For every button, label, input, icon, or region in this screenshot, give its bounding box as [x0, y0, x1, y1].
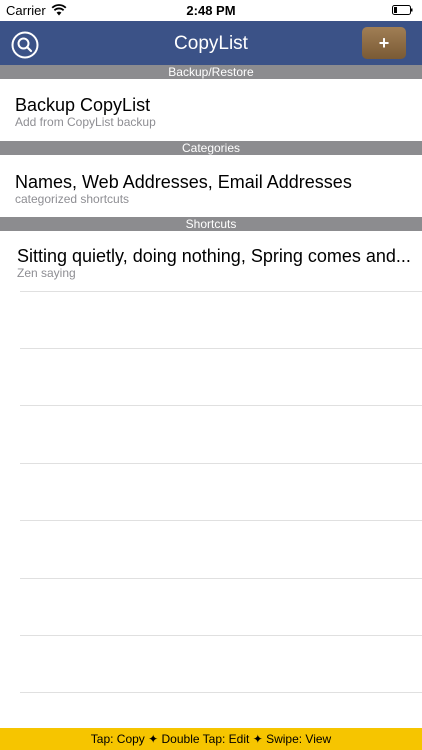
backup-subtitle: Add from CopyList backup	[15, 115, 156, 129]
shortcut-title: Sitting quietly, doing nothing, Spring c…	[17, 246, 411, 266]
row-separator	[20, 463, 422, 464]
row-separator	[20, 348, 422, 349]
section-header-backup: Backup/Restore	[0, 65, 422, 79]
clock-time: 2:48 PM	[186, 3, 236, 18]
navigation-bar: CopyList +	[0, 21, 422, 65]
backup-title: Backup CopyList	[15, 95, 151, 115]
row-separator	[20, 635, 422, 636]
status-bar: Carrier 2:48 PM	[0, 0, 422, 21]
row-separator	[20, 578, 422, 579]
categories-subtitle: categorized shortcuts	[15, 192, 130, 206]
gesture-hint-footer: Tap: Copy ✦ Double Tap: Edit ✦ Swipe: Vi…	[0, 728, 422, 750]
categories-title: Names, Web Addresses, Email Addresses	[15, 172, 352, 192]
row-separator	[20, 291, 422, 292]
row-separator	[20, 405, 422, 406]
row-separator	[20, 692, 422, 693]
battery-icon	[392, 5, 413, 15]
section-header-shortcuts: Shortcuts	[0, 217, 422, 231]
app-title: CopyList	[174, 33, 248, 54]
add-button[interactable]: +	[362, 27, 406, 59]
row-separator	[20, 520, 422, 521]
shortcut-subtitle: Zen saying	[17, 266, 76, 280]
section-header-categories: Categories	[0, 141, 422, 155]
